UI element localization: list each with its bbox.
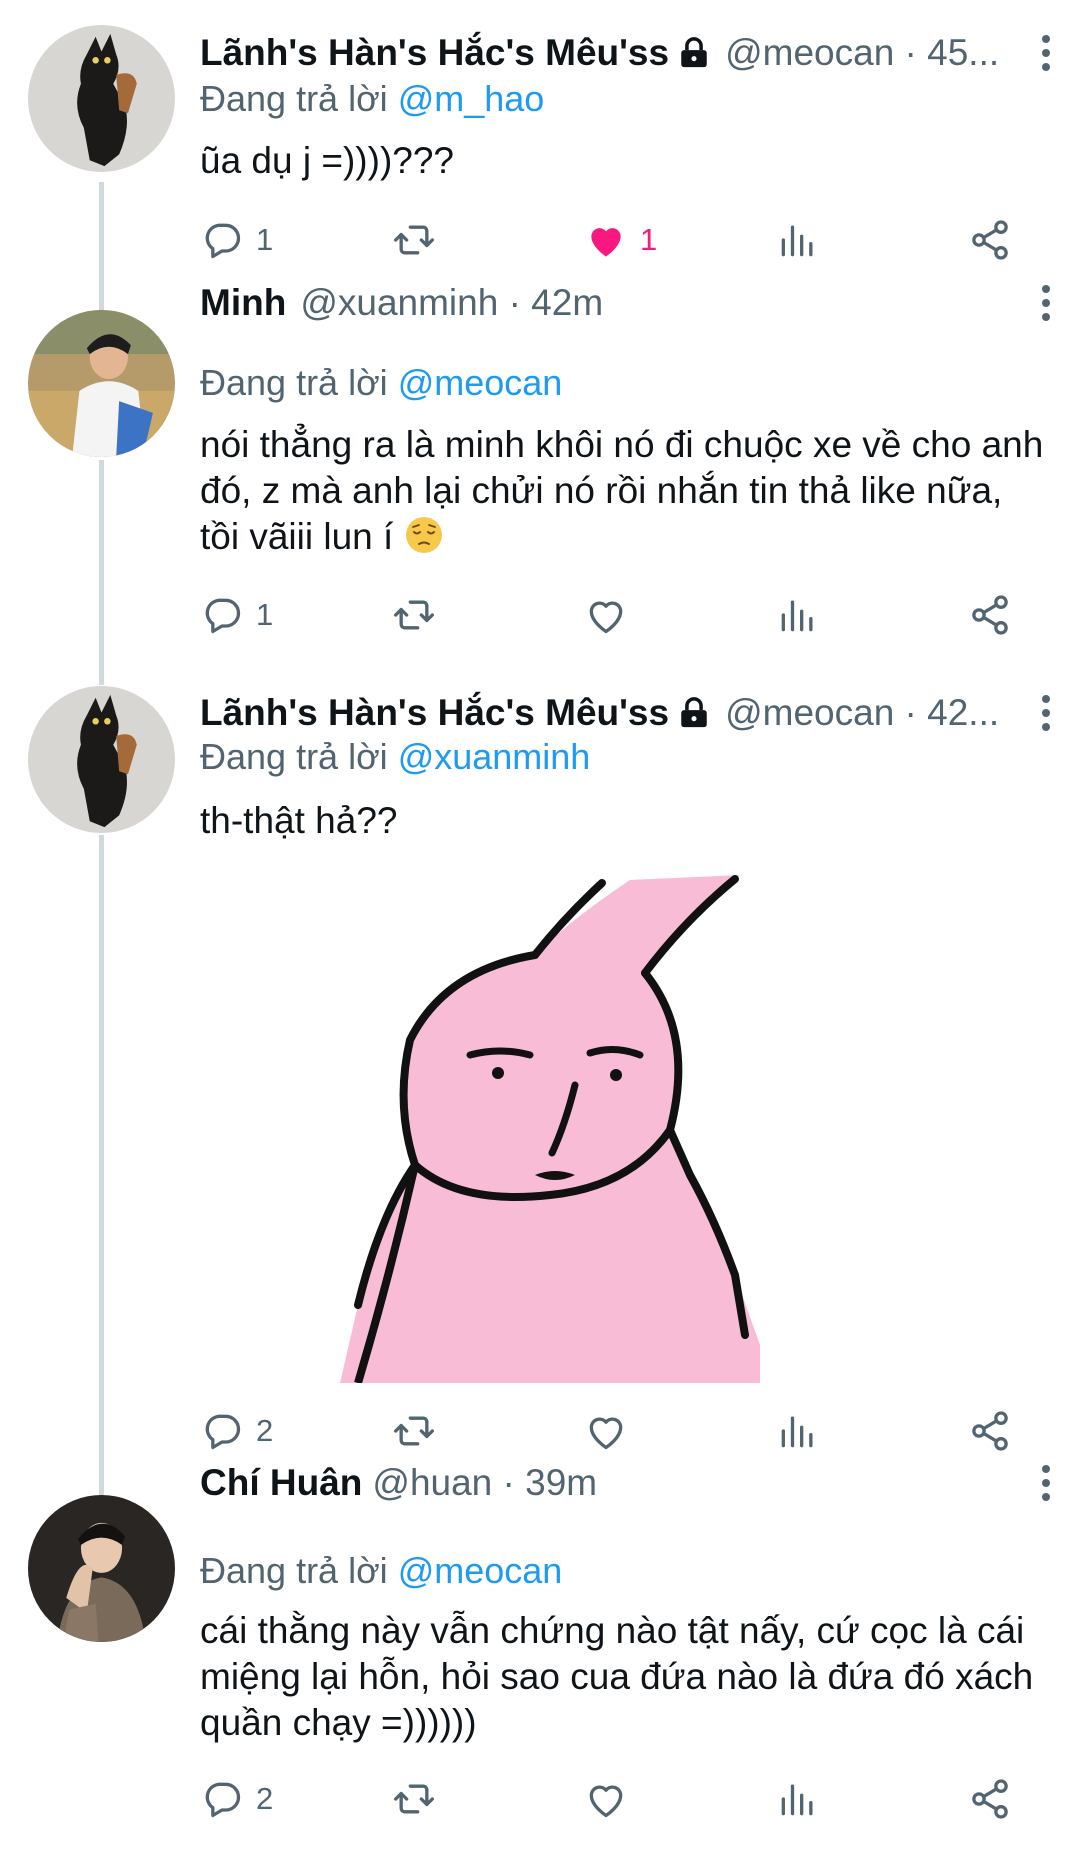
views-icon bbox=[781, 600, 813, 632]
tweet-text: th-thật hả?? bbox=[200, 800, 398, 841]
display-name[interactable]: Chí Huân bbox=[200, 1462, 362, 1504]
tweet[interactable]: Chí Huân @huan · 39m Đang trả lời @meocan… bbox=[0, 1462, 1080, 1866]
views-button[interactable] bbox=[776, 1774, 820, 1824]
display-name[interactable]: Lãnh's Hàn's Hắc's Mêu'ss bbox=[200, 32, 669, 74]
handle-time[interactable]: @meocan · 42... bbox=[725, 692, 999, 734]
avatar[interactable] bbox=[28, 310, 175, 457]
tweet[interactable]: Lãnh's Hàn's Hắc's Mêu'ss @meocan · 45..… bbox=[0, 0, 1080, 300]
share-icon bbox=[972, 1779, 1008, 1819]
avatar[interactable] bbox=[28, 1495, 175, 1642]
tweet-text-content: nói thẳng ra là minh khôi nó đi chuộc xe… bbox=[200, 424, 1044, 557]
share-icon bbox=[972, 1411, 1008, 1451]
share-icon bbox=[972, 595, 1008, 635]
reply-icon bbox=[205, 223, 241, 259]
views-icon bbox=[781, 1784, 813, 1816]
mention-link[interactable]: @m_hao bbox=[398, 78, 545, 119]
retweet-button[interactable] bbox=[392, 1774, 436, 1824]
mention-link[interactable]: @meocan bbox=[398, 1550, 563, 1591]
more-icon[interactable] bbox=[1026, 690, 1066, 736]
reply-icon bbox=[205, 1782, 241, 1818]
mention-link[interactable]: @xuanminh bbox=[398, 736, 591, 777]
action-bar: 2 bbox=[200, 1774, 1030, 1824]
mention-link[interactable]: @meocan bbox=[398, 362, 563, 403]
reply-count: 2 bbox=[256, 1781, 274, 1816]
pink-rabbit-meme-image bbox=[340, 875, 760, 1383]
views-icon bbox=[781, 1416, 813, 1448]
retweet-button[interactable] bbox=[392, 1406, 436, 1456]
more-icon[interactable] bbox=[1026, 280, 1066, 326]
cat-avatar-image bbox=[28, 686, 175, 833]
reply-button[interactable]: 1 bbox=[200, 590, 273, 640]
share-button[interactable] bbox=[968, 1406, 1012, 1456]
share-button[interactable] bbox=[968, 1774, 1012, 1824]
retweet-icon bbox=[394, 600, 434, 630]
handle-time[interactable]: @huan · 39m bbox=[372, 1462, 597, 1504]
tweet[interactable]: Lãnh's Hàn's Hắc's Mêu'ss @meocan · 42..… bbox=[0, 670, 1080, 1480]
retweet-icon bbox=[394, 1416, 434, 1446]
tweet-media-image[interactable] bbox=[340, 875, 760, 1383]
pensive-face-icon bbox=[405, 517, 442, 553]
display-name[interactable]: Minh bbox=[200, 282, 286, 324]
share-button[interactable] bbox=[968, 215, 1012, 265]
more-icon[interactable] bbox=[1026, 30, 1066, 76]
reply-button[interactable]: 2 bbox=[200, 1406, 273, 1456]
reply-button[interactable]: 2 bbox=[200, 1774, 273, 1824]
reply-icon bbox=[205, 1414, 241, 1450]
like-icon bbox=[589, 1417, 623, 1450]
reply-count: 1 bbox=[256, 597, 274, 632]
avatar[interactable] bbox=[28, 25, 175, 172]
replying-label: Đang trả lời bbox=[200, 736, 388, 777]
retweet-button[interactable] bbox=[392, 215, 436, 265]
like-icon bbox=[591, 228, 621, 257]
like-count: 1 bbox=[640, 222, 658, 257]
handle-time[interactable]: @meocan · 45... bbox=[725, 32, 999, 74]
person-avatar-image bbox=[28, 310, 175, 457]
reply-count: 1 bbox=[256, 222, 274, 257]
reply-count: 2 bbox=[256, 1413, 274, 1448]
retweet-button[interactable] bbox=[392, 590, 436, 640]
cat-avatar-image bbox=[28, 25, 175, 172]
person-avatar-image bbox=[28, 1495, 175, 1642]
like-button[interactable] bbox=[584, 590, 628, 640]
lock-icon bbox=[681, 697, 707, 728]
reply-button[interactable]: 1 bbox=[200, 215, 273, 265]
replying-to: Đang trả lời @m_hao bbox=[200, 78, 544, 120]
views-button[interactable] bbox=[776, 215, 820, 265]
replying-label: Đang trả lời bbox=[200, 362, 388, 403]
replying-label: Đang trả lời bbox=[200, 1550, 388, 1591]
like-icon bbox=[589, 1785, 623, 1818]
more-icon[interactable] bbox=[1026, 1460, 1066, 1506]
lock-icon bbox=[681, 37, 707, 68]
views-icon bbox=[781, 225, 813, 257]
replying-to: Đang trả lời @meocan bbox=[200, 1550, 562, 1592]
like-button[interactable]: 1 bbox=[584, 215, 657, 265]
views-button[interactable] bbox=[776, 590, 820, 640]
views-button[interactable] bbox=[776, 1406, 820, 1456]
replying-label: Đang trả lời bbox=[200, 78, 388, 119]
share-button[interactable] bbox=[968, 590, 1012, 640]
retweet-icon bbox=[394, 1784, 434, 1814]
tweet[interactable]: Minh @xuanminh · 42m Đang trả lời @meocan… bbox=[0, 282, 1080, 670]
tweet-text: ũa dụ j =))))??? bbox=[200, 140, 454, 181]
reply-icon bbox=[205, 598, 241, 634]
share-icon bbox=[972, 220, 1008, 260]
like-button[interactable] bbox=[584, 1774, 628, 1824]
action-bar: 1 bbox=[200, 590, 1030, 640]
action-bar: 2 bbox=[200, 1406, 1030, 1456]
replying-to: Đang trả lời @meocan bbox=[200, 362, 562, 404]
retweet-icon bbox=[394, 225, 434, 255]
handle-time[interactable]: @xuanminh · 42m bbox=[300, 282, 603, 324]
like-button[interactable] bbox=[584, 1406, 628, 1456]
avatar[interactable] bbox=[28, 686, 175, 833]
action-bar: 1 1 bbox=[200, 215, 1030, 265]
replying-to: Đang trả lời @xuanminh bbox=[200, 736, 590, 778]
tweet-text: cái thằng này vẫn chứng nào tật nấy, cứ … bbox=[200, 1610, 1034, 1743]
tweet-text: nói thẳng ra là minh khôi nó đi chuộc xe… bbox=[200, 422, 1050, 560]
display-name[interactable]: Lãnh's Hàn's Hắc's Mêu'ss bbox=[200, 692, 669, 734]
like-icon bbox=[589, 601, 623, 634]
